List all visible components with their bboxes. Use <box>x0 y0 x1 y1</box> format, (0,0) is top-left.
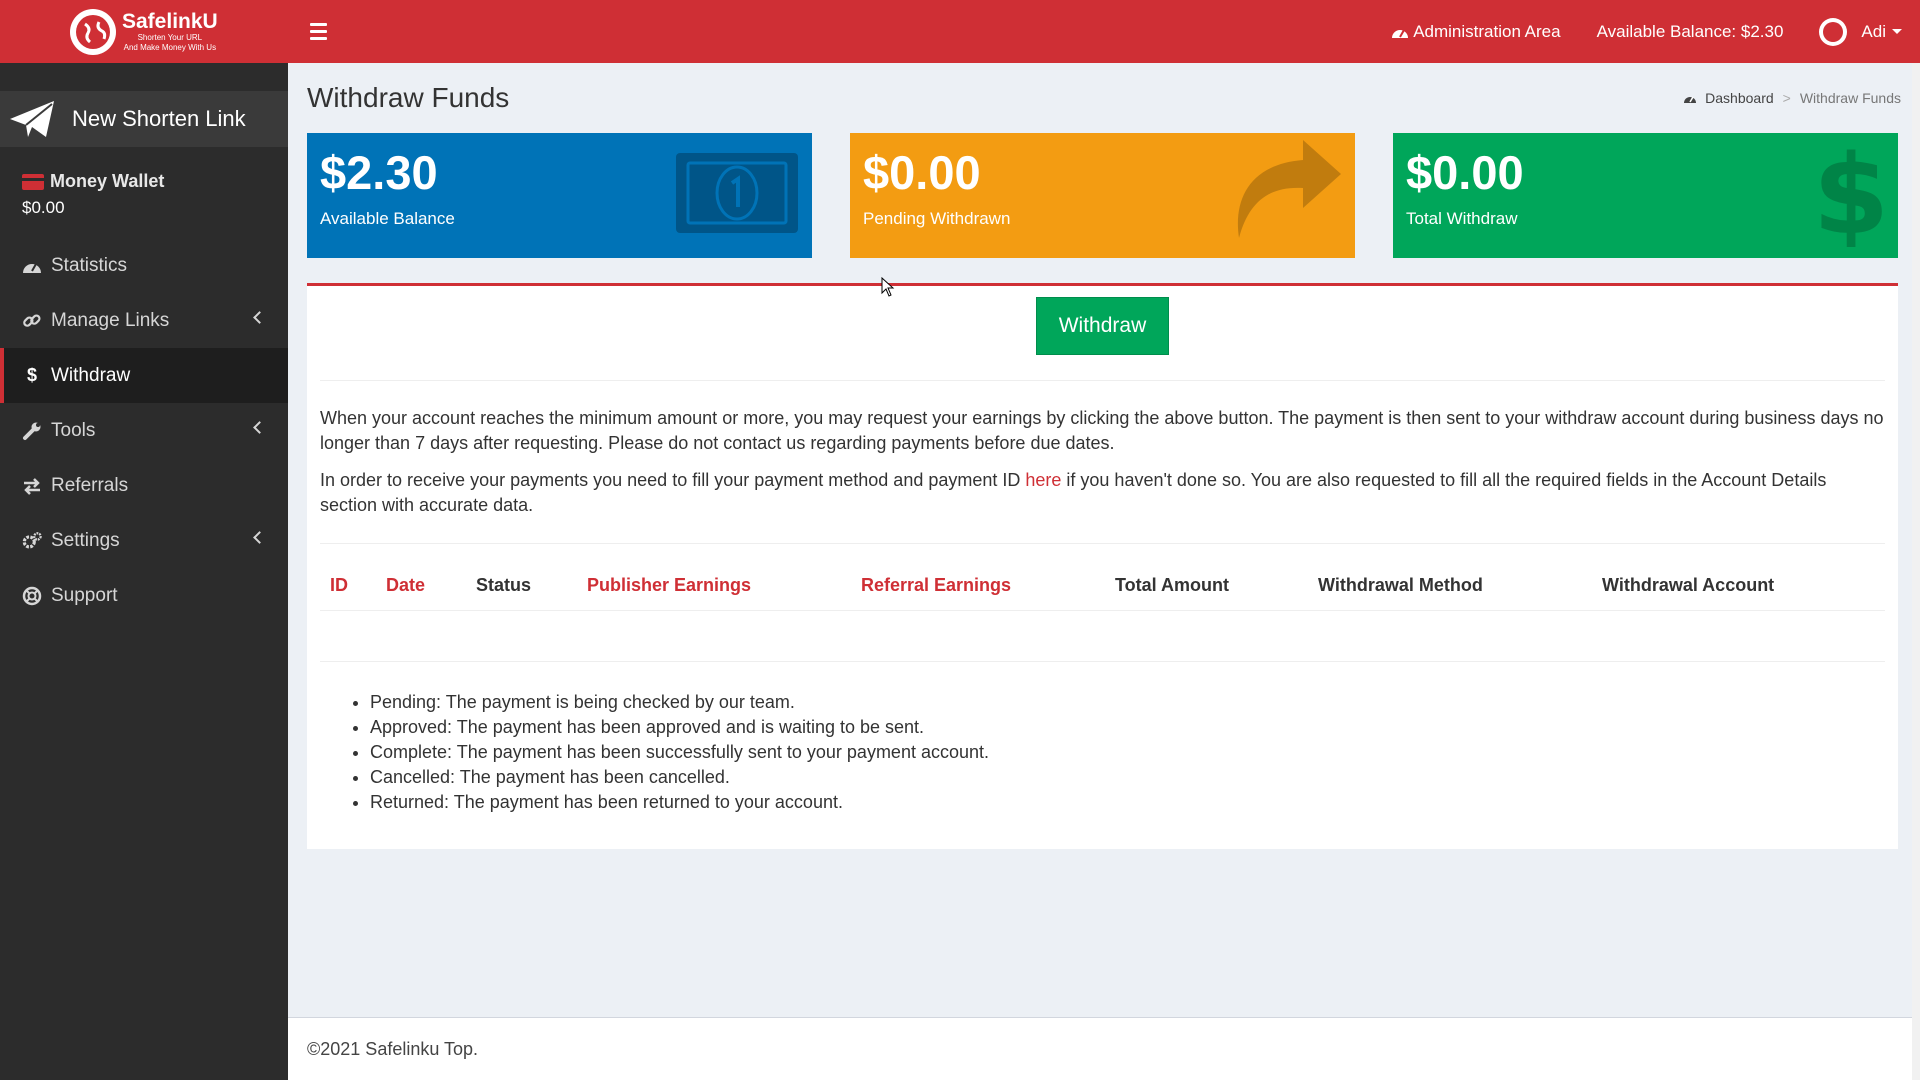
sidebar-item-label: Withdraw <box>51 364 131 386</box>
withdraw-button[interactable]: Withdraw <box>1036 297 1169 355</box>
share-arrow-icon <box>1237 140 1341 238</box>
payment-method-text-1: In order to receive your payments you ne… <box>320 470 1026 490</box>
main-content: Withdraw Funds Dashboard > Withdraw Fund… <box>288 63 1920 1017</box>
sidebar-item-label: Referrals <box>51 474 129 496</box>
breadcrumb-dashboard-link[interactable]: Dashboard <box>1705 90 1774 106</box>
sidebar-nav: Statistics Manage Links $ Withdraw Tools… <box>0 238 288 623</box>
globe-logo-icon <box>70 8 116 55</box>
sidebar-item-support[interactable]: Support <box>0 568 288 623</box>
user-menu[interactable]: Adi <box>1801 0 1920 63</box>
footer-copyright: ©2021 Safelinku Top. <box>307 1038 479 1059</box>
brand-tagline-1: Shorten Your URL <box>137 33 203 42</box>
chevron-left-icon <box>253 421 266 434</box>
table-row <box>320 610 1885 662</box>
list-item: Pending: The payment is being checked by… <box>370 690 1885 715</box>
user-name: Adi <box>1861 21 1886 41</box>
avatar <box>1819 17 1848 46</box>
link-icon <box>22 311 42 331</box>
paper-plane-icon <box>10 101 54 137</box>
available-balance-box: $2.30 Available Balance <box>307 133 812 258</box>
divider <box>320 380 1885 381</box>
list-item: Returned: The payment has been returned … <box>370 790 1885 815</box>
total-withdraw-label: Total Withdraw <box>1406 208 1518 228</box>
sidebar-item-label: Statistics <box>51 254 128 276</box>
hamburger-icon <box>309 21 327 42</box>
withdraw-info-paragraph: When your account reaches the minimum am… <box>320 408 1884 453</box>
dashboard-icon <box>1392 29 1409 38</box>
payment-method-paragraph: In order to receive your payments you ne… <box>320 468 1885 518</box>
money-wallet-title: Money Wallet <box>50 171 165 191</box>
footer: ©2021 Safelinku Top. <box>288 1017 1920 1080</box>
list-item: Approved: The payment has been approved … <box>370 715 1885 740</box>
page-title: Withdraw Funds <box>307 82 510 113</box>
stat-boxes: $2.30 Available Balance $0.00 Pending Wi… <box>307 133 1901 258</box>
column-id[interactable]: ID <box>320 565 376 611</box>
brand-tagline-2: And Make Money With Us <box>123 43 217 52</box>
column-date[interactable]: Date <box>376 565 466 611</box>
administration-area-link[interactable]: Administration Area <box>1373 0 1578 63</box>
svg-text:$: $ <box>1816 135 1886 247</box>
column-referral-earnings[interactable]: Referral Earnings <box>851 565 1105 611</box>
column-publisher-earnings[interactable]: Publisher Earnings <box>577 565 851 611</box>
mouse-cursor-icon <box>881 277 895 297</box>
dollar-icon: $ <box>26 365 37 385</box>
administration-area-label: Administration Area <box>1413 21 1561 41</box>
sidebar-item-statistics[interactable]: Statistics <box>0 238 288 293</box>
scrollbar[interactable] <box>1912 63 1920 1080</box>
breadcrumb: Dashboard > Withdraw Funds <box>1683 90 1901 106</box>
total-withdraw-box: $0.00 Total Withdraw $ <box>1393 133 1898 258</box>
sidebar-item-settings[interactable]: Settings <box>0 513 288 568</box>
exchange-icon <box>22 476 42 496</box>
list-item: Cancelled: The payment has been cancelle… <box>370 765 1885 790</box>
withdrawals-table: ID Date Status Publisher Earnings Referr… <box>320 565 1885 662</box>
list-item: Complete: The payment has been successfu… <box>370 740 1885 765</box>
sidebar-item-label: Manage Links <box>51 309 170 331</box>
pending-withdrawn-box: $0.00 Pending Withdrawn <box>850 133 1355 258</box>
gears-icon <box>22 531 42 551</box>
column-withdrawal-method: Withdrawal Method <box>1308 565 1592 611</box>
sidebar-item-tools[interactable]: Tools <box>0 403 288 458</box>
sidebar-item-manage-links[interactable]: Manage Links <box>0 293 288 348</box>
chevron-left-icon <box>253 531 266 544</box>
sidebar-item-label: Settings <box>51 529 120 551</box>
life-ring-icon <box>22 586 42 606</box>
sidebar-toggle-button[interactable] <box>288 0 348 63</box>
wrench-icon <box>22 421 42 441</box>
withdraw-panel: Withdraw When your account reaches the m… <box>307 283 1898 849</box>
dashboard-icon <box>22 256 42 276</box>
column-status: Status <box>466 565 577 611</box>
status-legend: Pending: The payment is being checked by… <box>370 690 1885 815</box>
new-shorten-link-label: New Shorten Link <box>72 106 246 131</box>
credit-card-icon <box>22 173 44 190</box>
sidebar-item-label: Tools <box>51 419 96 441</box>
caret-down-icon <box>1892 29 1902 34</box>
sidebar-item-referrals[interactable]: Referrals <box>0 458 288 513</box>
money-bill-icon <box>676 153 798 233</box>
brand-name: SafelinkU <box>122 10 218 33</box>
sidebar-item-label: Support <box>51 584 118 606</box>
breadcrumb-separator: > <box>1782 90 1791 106</box>
breadcrumb-current: Withdraw Funds <box>1799 90 1901 106</box>
divider <box>320 543 1885 544</box>
dashboard-icon <box>1684 96 1697 103</box>
payment-method-here-link[interactable]: here <box>1025 470 1061 490</box>
top-header: SafelinkU Shorten Your URL And Make Mone… <box>0 0 1920 63</box>
column-total-amount: Total Amount <box>1105 565 1308 611</box>
logo[interactable]: SafelinkU Shorten Your URL And Make Mone… <box>0 0 288 63</box>
new-shorten-link-button[interactable]: New Shorten Link <box>0 91 288 147</box>
available-balance-label: Available Balance: $2.30 <box>1596 21 1784 41</box>
money-wallet-amount: $0.00 <box>22 198 65 217</box>
column-withdrawal-account: Withdrawal Account <box>1592 565 1885 611</box>
chevron-left-icon <box>253 311 266 324</box>
available-balance-link[interactable]: Available Balance: $2.30 <box>1579 0 1802 63</box>
dollar-icon: $ <box>1816 135 1886 247</box>
money-wallet: Money Wallet $0.00 <box>0 147 288 218</box>
sidebar: New Shorten Link Money Wallet $0.00 Stat… <box>0 63 288 1080</box>
total-withdraw-value: $0.00 <box>1406 146 1524 199</box>
sidebar-item-withdraw[interactable]: $ Withdraw <box>0 348 288 403</box>
